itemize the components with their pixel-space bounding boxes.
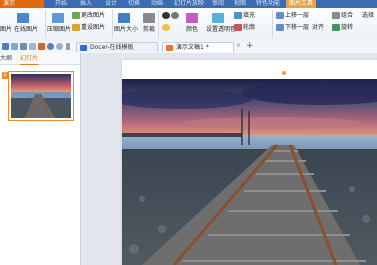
contrast-button[interactable] <box>162 12 180 19</box>
ribbon-separator <box>112 10 113 38</box>
tab-features[interactable]: 特色功能 <box>256 0 280 8</box>
rotate-icon <box>332 24 340 31</box>
redo-icon[interactable] <box>56 43 63 50</box>
rotate-button[interactable]: 旋转 <box>332 24 353 31</box>
bring-forward-icon <box>276 12 284 19</box>
tab-picture-tools[interactable]: 图片工具 <box>286 0 317 8</box>
align-button[interactable]: 对齐 <box>312 24 324 31</box>
editing-canvas <box>81 53 377 265</box>
set-transparent-label: 设置透明色 <box>206 26 237 33</box>
open-icon[interactable] <box>11 43 18 50</box>
ribbon-separator <box>272 10 273 38</box>
slides-panel: 大纲 幻灯片 1 <box>0 53 81 265</box>
presentation-icon <box>166 45 173 51</box>
rotate-label: 旋转 <box>341 24 354 31</box>
combine-icon <box>332 12 340 19</box>
tab-view[interactable]: 视图 <box>234 0 246 8</box>
combine-button[interactable]: 组合 <box>332 12 353 19</box>
reset-picture-icon <box>72 24 80 31</box>
tab-transition[interactable]: 切换 <box>128 0 140 8</box>
crop-label: 剪裁 <box>143 26 156 33</box>
crop-button[interactable]: 剪裁 <box>143 26 155 33</box>
rotate-handle[interactable] <box>281 70 287 76</box>
save-icon[interactable] <box>2 43 9 50</box>
new-tab-button[interactable]: + <box>246 41 254 52</box>
tab-animation[interactable]: 动画 <box>151 0 163 8</box>
outline-label: 轮廓 <box>243 24 256 31</box>
picture-size-button[interactable]: 图片大小 <box>114 26 138 33</box>
change-picture-button[interactable]: 更改图片 <box>72 12 105 19</box>
outline-button[interactable]: 轮廓 <box>234 24 255 31</box>
set-transparent-icon <box>212 13 224 23</box>
combine-label: 组合 <box>341 12 354 19</box>
effects-icon <box>162 24 170 31</box>
send-backward-button[interactable]: 下移一层 <box>276 24 309 31</box>
insert-picture-button[interactable]: 图片 <box>0 26 12 33</box>
bring-forward-label: 上移一层 <box>285 12 310 19</box>
compress-picture-button[interactable]: 压缩图片 <box>47 26 71 33</box>
tab-design[interactable]: 设计 <box>105 0 117 8</box>
menu-bar: 演示 开始 插入 设计 切换 动画 幻灯片放映 审阅 视图 特色功能 图片工具 <box>0 0 377 8</box>
tab-docer-templates[interactable]: Docer-在线模板 <box>76 42 158 52</box>
tab-review[interactable]: 审阅 <box>212 0 224 8</box>
app-menu-button[interactable]: 演示 <box>0 0 44 8</box>
slide[interactable] <box>122 60 377 265</box>
effects-button[interactable] <box>162 24 171 31</box>
reset-picture-label: 重设图片 <box>81 24 106 31</box>
close-tab-icon[interactable]: × <box>236 42 241 49</box>
tab-slides[interactable]: 幻灯片 <box>20 53 39 65</box>
brightness-icon <box>171 12 179 19</box>
color-button[interactable]: 颜色 <box>186 26 198 33</box>
crop-icon <box>143 13 155 23</box>
tab-presentation-label: 演示文稿1 * <box>176 44 209 51</box>
reset-picture-button[interactable]: 重设图片 <box>72 24 105 31</box>
change-picture-icon <box>72 12 80 19</box>
docer-icon <box>80 45 87 51</box>
format-painter-icon[interactable] <box>38 43 45 50</box>
thumbnail-image <box>11 74 71 119</box>
select-button[interactable]: 选择 <box>362 12 374 19</box>
railway-photo[interactable] <box>122 79 377 265</box>
ribbon-separator <box>45 10 46 38</box>
send-backward-label: 下移一层 <box>285 24 310 31</box>
panel-tabs: 大纲 幻灯片 <box>0 53 80 65</box>
picture-size-label: 图片大小 <box>114 26 139 33</box>
tab-docer-label: Docer-在线模板 <box>90 44 134 51</box>
bring-forward-button[interactable]: 上移一层 <box>276 12 309 19</box>
set-transparent-button[interactable]: 设置透明色 <box>206 26 236 33</box>
online-picture-button[interactable]: 在线图片 <box>14 26 38 33</box>
change-picture-label: 更改图片 <box>81 12 106 19</box>
color-label: 颜色 <box>186 26 199 33</box>
color-icon <box>186 13 198 23</box>
align-label: 对齐 <box>312 24 325 31</box>
compress-picture-label: 压缩图片 <box>47 26 72 33</box>
send-backward-icon <box>276 24 284 31</box>
picture-size-icon <box>118 13 130 23</box>
fill-label: 填充 <box>243 12 256 19</box>
ribbon-separator <box>158 10 159 38</box>
compress-picture-icon <box>52 13 64 23</box>
tab-slideshow[interactable]: 幻灯片放映 <box>174 0 204 8</box>
insert-picture-label: 图片 <box>0 26 13 33</box>
print-icon[interactable] <box>20 43 27 50</box>
ribbon: 图片 在线图片 压缩图片 更改图片 重设图片 图片大小 剪裁 颜色 设置透明色 … <box>0 8 377 42</box>
select-label: 选择 <box>362 12 375 19</box>
contrast-icon <box>162 12 170 19</box>
online-picture-icon <box>17 13 29 23</box>
slide-thumbnail[interactable] <box>8 71 74 121</box>
customize-dropdown-icon[interactable] <box>66 43 70 50</box>
undo-icon[interactable] <box>47 43 54 50</box>
fill-icon <box>234 12 242 19</box>
print-preview-icon[interactable] <box>29 43 36 50</box>
tab-insert[interactable]: 插入 <box>80 0 92 8</box>
tab-outline[interactable]: 大纲 <box>0 53 12 64</box>
fill-button[interactable]: 填充 <box>234 12 255 19</box>
tab-start[interactable]: 开始 <box>55 0 67 8</box>
tab-presentation-1[interactable]: 演示文稿1 * <box>162 42 234 52</box>
outline-icon <box>234 24 242 31</box>
online-picture-label: 在线图片 <box>14 26 39 33</box>
